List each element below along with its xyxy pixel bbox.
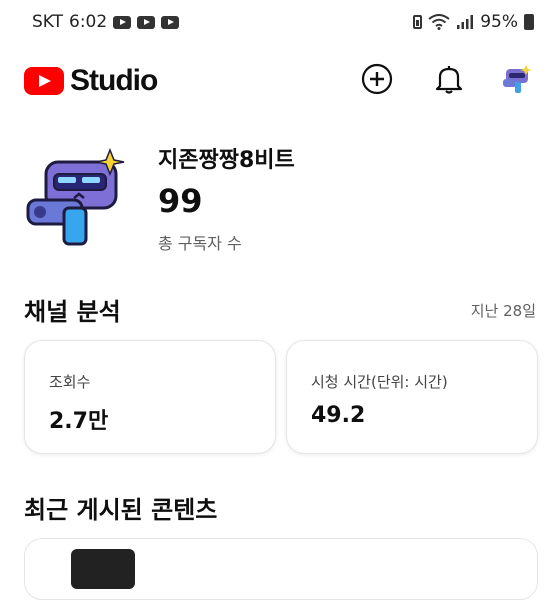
wifi-icon (428, 14, 450, 30)
video-thumbnail[interactable] (71, 549, 135, 589)
clock: 6:02 (69, 12, 108, 32)
notifications-button[interactable] (432, 62, 466, 96)
studio-logo[interactable]: Studio (24, 64, 158, 98)
views-card[interactable]: 조회수 2.7만 (24, 340, 276, 454)
youtube-notification-icon (113, 15, 132, 29)
signal-icon (457, 15, 474, 29)
bell-icon (435, 66, 463, 94)
logo-text: Studio (70, 64, 158, 97)
recent-content-title: 최근 게시된 콘텐츠 (24, 496, 218, 524)
watch-time-label: 시청 시간(단위: 시간) (311, 373, 448, 391)
channel-avatar-icon (26, 147, 125, 246)
youtube-logo-icon (24, 67, 64, 95)
subscriber-label: 총 구독자 수 (158, 234, 242, 253)
subscriber-count: 99 (158, 182, 203, 220)
views-value: 2.7만 (49, 409, 109, 434)
add-circle-icon (361, 63, 393, 95)
status-left: SKT 6:02 (32, 12, 180, 32)
carrier-label: SKT (32, 12, 64, 32)
watch-time-card[interactable]: 시청 시간(단위: 시간) 49.2 (286, 340, 538, 454)
views-label: 조회수 (49, 373, 91, 391)
youtube-notification-icon (137, 15, 156, 29)
battery-saver-icon (413, 15, 423, 29)
create-button[interactable] (360, 62, 394, 96)
battery-icon (524, 14, 534, 30)
app-header: Studio (0, 52, 560, 108)
analytics-title: 채널 분석 (24, 298, 121, 326)
youtube-notification-icon (161, 15, 180, 29)
channel-summary: 지존짱짱8비트 99 총 구독자 수 (24, 138, 544, 258)
channel-avatar[interactable] (24, 147, 134, 258)
status-right: 95% (413, 12, 534, 32)
status-bar: SKT 6:02 95% (0, 0, 560, 46)
account-avatar[interactable] (500, 62, 534, 96)
analytics-period: 지난 28일 (470, 302, 536, 320)
recent-content-card[interactable] (24, 538, 538, 600)
watch-time-value: 49.2 (311, 403, 366, 428)
channel-name[interactable]: 지존짱짱8비트 (158, 142, 295, 174)
avatar-icon (503, 65, 532, 93)
battery-percent: 95% (480, 12, 518, 32)
